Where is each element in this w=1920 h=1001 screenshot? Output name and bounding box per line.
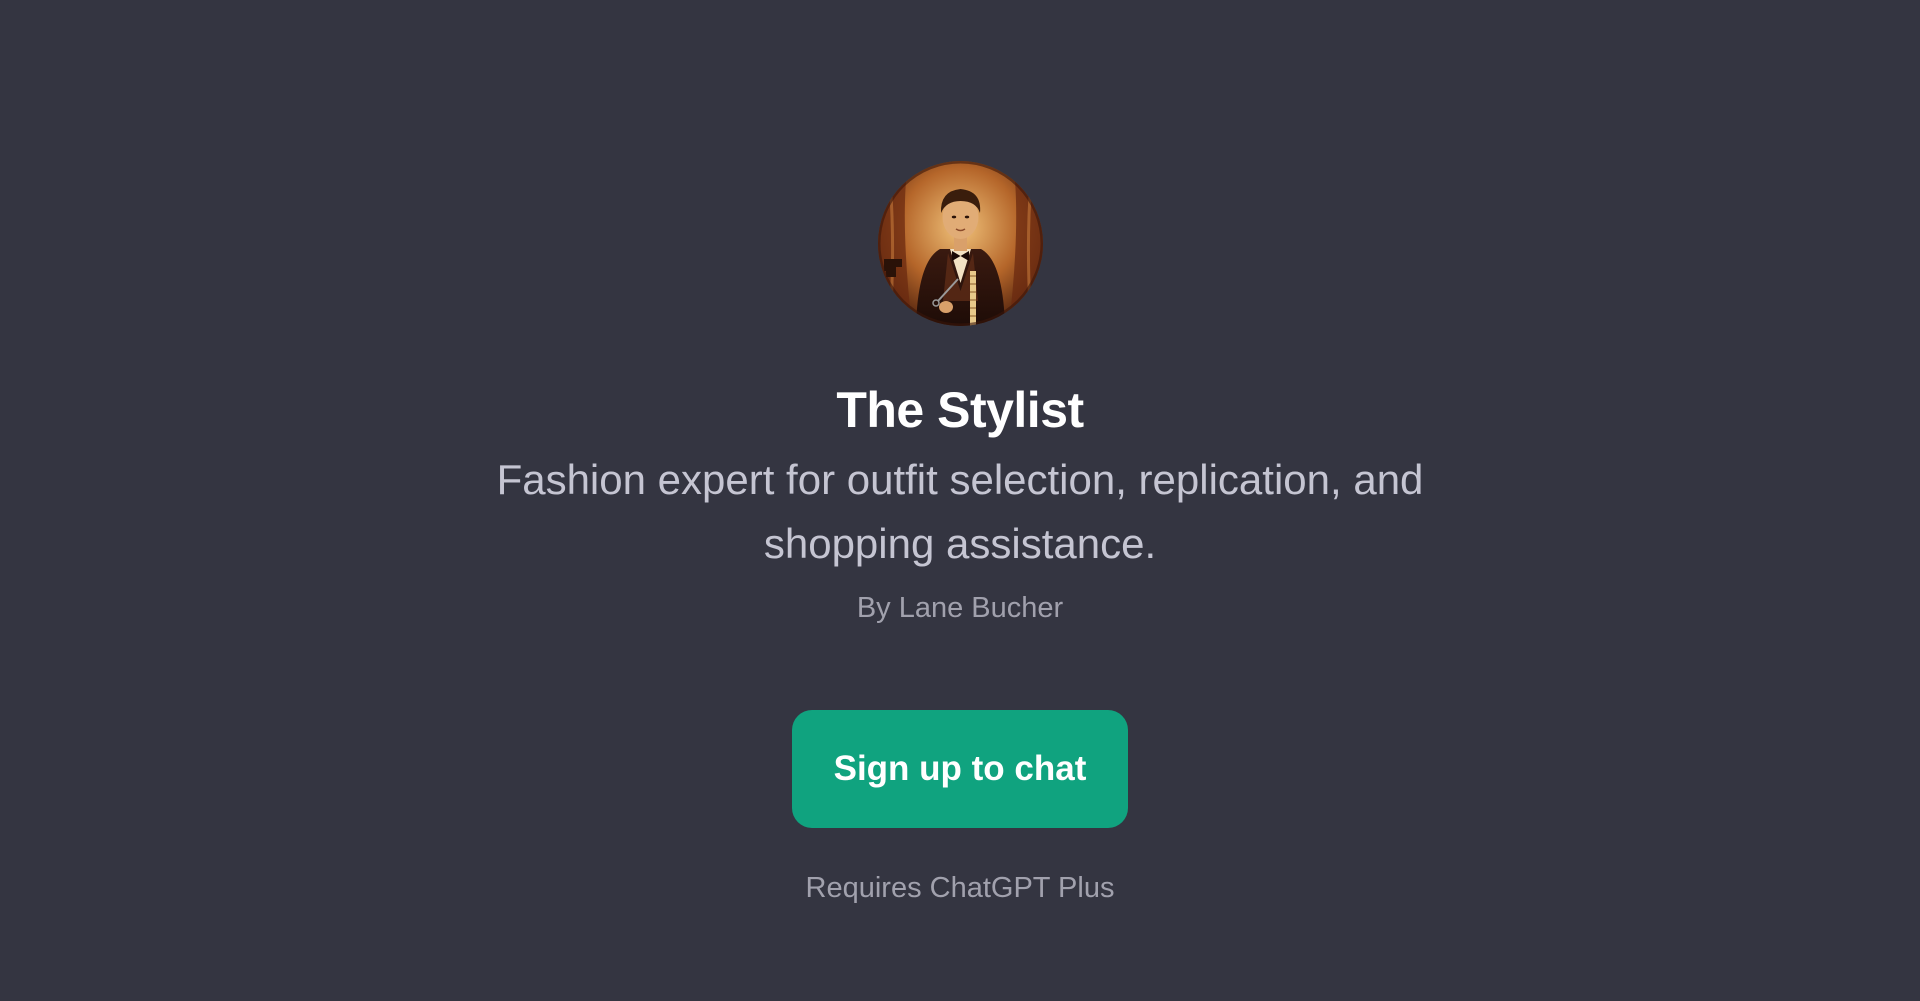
tailor-portrait-icon — [877, 161, 1043, 326]
gpt-author: By Lane Bucher — [856, 592, 1064, 624]
gpt-description: Fashion expert for outfit selection, rep… — [496, 456, 1424, 567]
requirement-note: Requires ChatGPT Plus — [805, 872, 1115, 904]
sign-up-to-chat-button[interactable]: Sign up to chat — [792, 710, 1128, 828]
gpt-avatar — [877, 161, 1043, 326]
gpt-landing-page: The Stylist Fashion expert for outfit se… — [0, 0, 1920, 1001]
gpt-title: The Stylist — [836, 382, 1084, 438]
gpt-profile-card: The Stylist Fashion expert for outfit se… — [0, 0, 1920, 908]
